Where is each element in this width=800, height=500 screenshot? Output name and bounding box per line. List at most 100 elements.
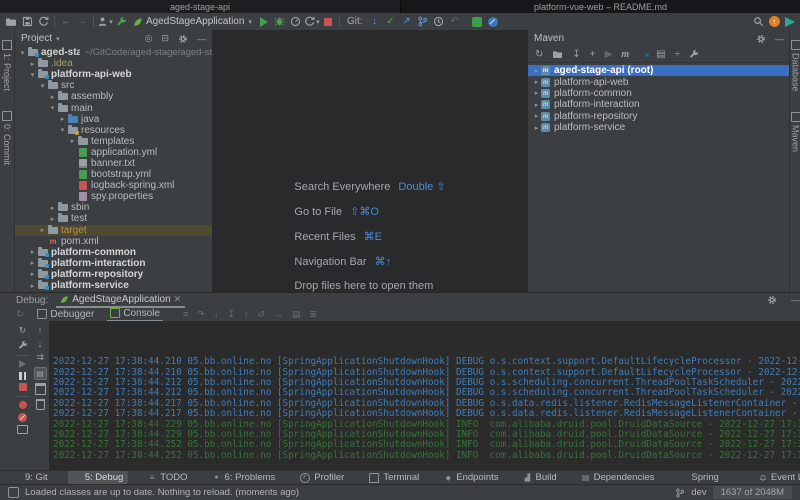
tree-arrow-icon[interactable] — [58, 115, 67, 123]
git-branch-name[interactable]: dev — [691, 487, 706, 498]
maven-run-icon[interactable]: ▶ — [605, 49, 613, 60]
run-to-cursor-icon[interactable]: → — [274, 309, 283, 320]
maven-execute-goal-icon[interactable]: m — [621, 49, 629, 60]
tool-stripe-button[interactable]: Maven — [791, 112, 800, 152]
maven-project-row[interactable]: m aged-stage-api (root) — [528, 65, 790, 76]
rollback-icon[interactable]: ↶ — [447, 15, 463, 29]
tree-row[interactable]: logback-spring.xml — [15, 180, 212, 191]
tree-arrow-icon[interactable] — [28, 248, 37, 256]
pause-icon[interactable] — [19, 372, 26, 380]
forward-icon[interactable]: → — [74, 15, 90, 29]
tree-arrow-icon[interactable] — [28, 71, 37, 79]
scroll-to-end-icon[interactable]: ▤ — [34, 367, 47, 380]
open-folder-icon[interactable] — [3, 15, 19, 29]
memory-indicator[interactable]: 1637 of 2048M — [713, 486, 792, 499]
rerun-app-icon[interactable]: ↻ — [19, 325, 27, 336]
tree-row[interactable]: platform-interaction — [15, 258, 212, 269]
gear-icon[interactable] — [756, 33, 766, 44]
evaluate-icon[interactable]: ▤ — [292, 309, 301, 320]
tree-arrow-icon[interactable] — [18, 49, 27, 57]
step-into-icon[interactable]: ↓ — [214, 309, 219, 320]
plugin-triangle-icon[interactable] — [782, 15, 798, 29]
maven-add-icon[interactable]: + — [590, 49, 596, 60]
down-stack-icon[interactable]: ↓ — [38, 339, 43, 349]
run-configuration-select[interactable]: AgedStageApplication ▾ — [133, 16, 252, 27]
update-available-icon[interactable]: ↑ — [766, 15, 782, 29]
tool-window-button[interactable]: Endpoints — [439, 471, 503, 484]
rerun-icon[interactable]: ↻ — [16, 309, 24, 320]
wrench-icon[interactable] — [113, 15, 129, 29]
tree-arrow-icon[interactable] — [532, 124, 541, 132]
tree-arrow-icon[interactable] — [48, 204, 57, 212]
console-output[interactable]: 2022-12-27 17:38:44.210 05.bb.online.no … — [49, 321, 800, 471]
profiler-button[interactable] — [288, 15, 304, 29]
hide-panel-icon[interactable]: — — [775, 34, 784, 44]
editor-area[interactable]: Search EverywhereDouble ⇧ Go to File⇧⌘O … — [213, 30, 527, 292]
resume-icon[interactable] — [19, 360, 26, 368]
maven-collapse-icon[interactable]: ÷ — [675, 49, 681, 60]
tree-row[interactable]: platform-common — [15, 247, 212, 258]
maven-project-row[interactable]: m platform-common — [528, 88, 790, 99]
maven-project-row[interactable]: m platform-repository — [528, 111, 790, 122]
tree-row[interactable]: m pom.xml — [15, 236, 212, 247]
tab-console[interactable]: Console — [107, 306, 163, 322]
step-out-icon[interactable]: ↑ — [244, 309, 249, 320]
tree-row[interactable]: target — [15, 225, 212, 236]
search-everywhere-icon[interactable] — [750, 15, 766, 29]
tree-row[interactable]: java — [15, 114, 212, 125]
tree-arrow-icon[interactable] — [532, 112, 541, 120]
tree-arrow-icon[interactable] — [28, 270, 37, 278]
view-options-icon[interactable]: ≣ — [309, 309, 317, 320]
maven-project-row[interactable]: m platform-api-web — [528, 76, 790, 87]
git-commit-icon[interactable]: ✓ — [383, 15, 399, 29]
maven-expand-icon[interactable]: ▤ — [656, 49, 665, 60]
tree-row[interactable]: platform-service — [15, 280, 212, 291]
tree-arrow-icon[interactable] — [532, 67, 541, 75]
gear-icon[interactable] — [178, 33, 188, 44]
tree-arrow-icon[interactable] — [48, 215, 57, 223]
clear-all-icon[interactable] — [36, 399, 45, 410]
gear-icon[interactable] — [767, 295, 777, 306]
tool-window-button[interactable]: 6: Problems — [208, 471, 281, 484]
stop-icon[interactable] — [19, 383, 27, 391]
close-icon[interactable]: ✕ — [174, 294, 182, 305]
tool-window-button[interactable]: Spring — [674, 471, 723, 484]
tool-window-button[interactable]: Profiler — [295, 471, 349, 484]
maven-project-row[interactable]: m platform-service — [528, 122, 790, 133]
tree-arrow-icon[interactable] — [48, 93, 57, 101]
maven-refresh-icon[interactable]: ↻ — [535, 49, 543, 60]
hide-panel-icon[interactable]: — — [791, 295, 800, 305]
tree-row[interactable]: templates — [15, 136, 212, 147]
tree-arrow-icon[interactable] — [38, 82, 47, 90]
collapse-all-icon[interactable]: ⊟ — [161, 33, 169, 44]
reload-notification-icon[interactable] — [8, 487, 19, 498]
tree-row[interactable]: spy.properties — [15, 191, 212, 202]
maven-generate-sources-icon[interactable] — [552, 49, 563, 60]
tool-window-button[interactable]: Dependencies — [577, 471, 660, 484]
tree-row[interactable]: aged-stage-api ~/GitCode/aged-stage/aged… — [15, 47, 212, 58]
git-branch-icon[interactable] — [415, 15, 431, 29]
tree-arrow-icon[interactable] — [28, 282, 37, 290]
maven-download-icon[interactable]: ↧ — [572, 49, 580, 60]
tree-row[interactable]: test — [15, 213, 212, 224]
view-breakpoints-icon[interactable] — [19, 401, 27, 409]
save-all-icon[interactable] — [19, 15, 35, 29]
tree-row[interactable]: sbin — [15, 202, 212, 213]
git-update-icon[interactable]: ↓ — [367, 15, 383, 29]
hide-panel-icon[interactable]: — — [197, 34, 206, 44]
maven-project-row[interactable]: m platform-interaction — [528, 99, 790, 110]
tree-row[interactable]: .idea — [15, 58, 212, 69]
stop-button[interactable] — [320, 15, 336, 29]
tool-stripe-button[interactable]: 1: Project — [2, 40, 12, 91]
event-log-button[interactable]: Event Log — [754, 471, 800, 484]
tool-window-button[interactable]: TODO — [143, 471, 192, 484]
git-push-icon[interactable]: ↗ — [399, 15, 415, 29]
drop-frame-icon[interactable]: ↺ — [257, 309, 265, 320]
plugin-green-icon[interactable] — [469, 15, 485, 29]
tree-arrow-icon[interactable] — [532, 89, 541, 97]
up-stack-icon[interactable]: ↑ — [38, 325, 43, 335]
tree-row[interactable]: main — [15, 102, 212, 113]
tool-stripe-button[interactable]: 0: Commit — [2, 111, 12, 165]
back-icon[interactable]: ← — [58, 15, 74, 29]
print-icon[interactable] — [35, 383, 46, 395]
